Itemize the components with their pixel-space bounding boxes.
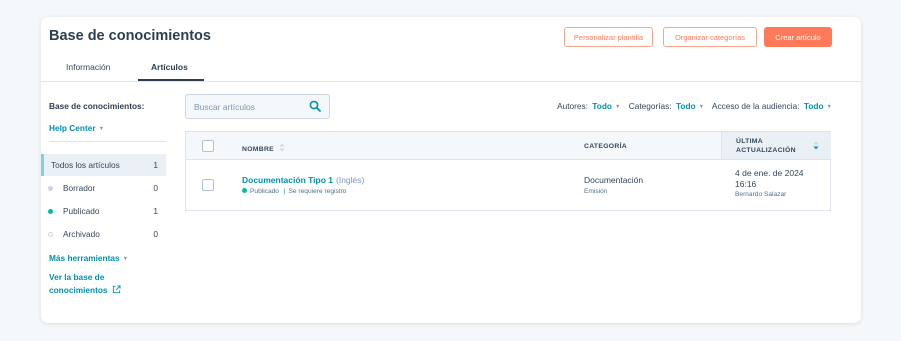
article-updated-date: 4 de ene. de 2024 (735, 168, 804, 178)
sidebar-title: Base de conocimientos: (49, 101, 145, 111)
article-status: Publicado | Se requiere registro (242, 188, 346, 195)
status-separator: | (283, 188, 286, 195)
knowledge-base-panel: Base de conocimientos Personalizar plant… (41, 17, 861, 323)
column-header-last-updated[interactable]: ÚLTIMA ACTUALIZACIÓN (721, 132, 831, 159)
authors-filter-dropdown[interactable]: Todo (592, 101, 612, 111)
help-center-label: Help Center (49, 123, 96, 133)
view-knowledge-base-link[interactable]: Ver la base de conocimientos (49, 271, 159, 297)
sidebar-item-archived[interactable]: Archivado 0 (41, 223, 166, 245)
column-header-line: ACTUALIZACIÓN (736, 147, 796, 154)
article-status-label: Publicado (250, 188, 279, 195)
page-title: Base de conocimientos (49, 28, 211, 44)
column-header-category[interactable]: CATEGORÍA (584, 143, 627, 150)
caret-down-icon: ▼ (614, 104, 621, 110)
search-icon[interactable] (309, 100, 321, 112)
article-title-link[interactable]: Documentación Tipo 1 (242, 175, 333, 185)
external-link-icon (112, 285, 121, 294)
organize-categories-button[interactable]: Organizar categorías (663, 27, 757, 47)
more-tools-label: Más herramientas (49, 253, 120, 263)
caret-down-icon: ▼ (98, 126, 105, 132)
sidebar-item-label: Publicado (63, 206, 100, 216)
more-tools-menu[interactable]: Más herramientas ▼ (49, 253, 128, 263)
categories-filter-dropdown[interactable]: Todo (676, 101, 696, 111)
sidebar-item-label: Borrador (63, 183, 96, 193)
categories-filter-label: Categorías: (628, 101, 672, 111)
caret-down-icon: ▼ (698, 104, 705, 110)
sidebar-item-count: 1 (153, 160, 158, 170)
sidebar-item-label: Archivado (63, 229, 100, 239)
sidebar-item-count: 0 (153, 229, 158, 239)
sort-icon (279, 143, 285, 152)
article-access-label: Se requiere registro (288, 188, 347, 195)
filter-bar: Autores: Todo ▼ Categorías: Todo ▼ Acceso … (557, 101, 832, 111)
audience-filter-label: Acceso de la audiencia: (711, 101, 800, 111)
article-updated-time: 16:16 (735, 179, 757, 189)
search-input[interactable]: Buscar artículos (194, 102, 255, 112)
row-checkbox[interactable] (202, 179, 214, 191)
table-header: NOMBRE CATEGORÍA ÚLTIMA ACTUALIZACIÓN (186, 132, 831, 160)
caret-down-icon: ▼ (122, 256, 129, 262)
search-articles-field[interactable]: Buscar artículos (185, 94, 330, 119)
column-header-label: NOMBRE (242, 146, 275, 153)
article-subcategory: Emisión (584, 188, 608, 195)
sidebar-item-count: 1 (153, 206, 158, 216)
draft-status-dot-icon (48, 186, 53, 191)
published-status-dot-icon (48, 209, 53, 214)
article-category: Documentación (584, 175, 644, 185)
sidebar-item-label: Todos los artículos (51, 160, 120, 170)
select-all-checkbox[interactable] (202, 140, 214, 152)
audience-filter-dropdown[interactable]: Todo (804, 101, 824, 111)
article-updated-by: Bernardo Salazar (735, 191, 787, 198)
sidebar-divider (49, 141, 166, 142)
archived-status-dot-icon (48, 232, 53, 237)
view-knowledge-base-label: Ver la base de conocimientos (49, 272, 108, 295)
articles-table: NOMBRE CATEGORÍA ÚLTIMA ACTUALIZACIÓN Do… (185, 131, 831, 211)
column-header-line: ÚLTIMA (736, 138, 763, 145)
column-header-name[interactable]: NOMBRE (242, 143, 285, 153)
article-language: (Inglés) (336, 175, 365, 185)
tab-information[interactable]: Información (66, 62, 110, 72)
help-center-selector[interactable]: Help Center ▼ (49, 123, 104, 133)
sidebar-item-all-articles[interactable]: Todos los artículos 1 (41, 154, 166, 176)
caret-down-icon: ▼ (826, 104, 832, 110)
article-title: Documentación Tipo 1 (Inglés) (242, 175, 364, 185)
create-article-button[interactable]: Crear artículo (764, 27, 832, 47)
column-header-label: ÚLTIMA ACTUALIZACIÓN (736, 137, 796, 155)
sidebar-item-draft[interactable]: Borrador 0 (41, 177, 166, 199)
sort-descending-icon (813, 141, 819, 150)
published-status-dot-icon (242, 188, 247, 193)
sidebar-item-published[interactable]: Publicado 1 (41, 200, 166, 222)
tabs-divider (41, 81, 861, 82)
customize-template-button[interactable]: Personalizar plantilla (564, 27, 653, 47)
tab-articles[interactable]: Artículos (151, 62, 188, 72)
sidebar-item-count: 0 (153, 183, 158, 193)
authors-filter-label: Autores: (557, 101, 588, 111)
